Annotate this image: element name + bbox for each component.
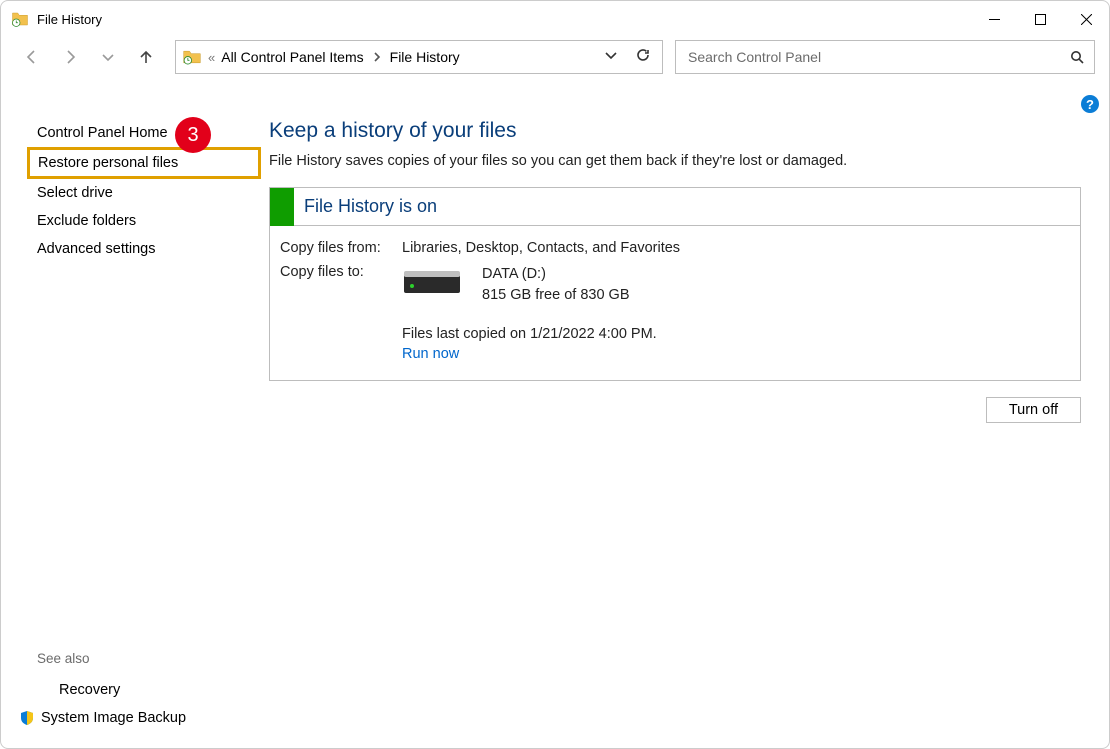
search-box[interactable] [675, 40, 1095, 74]
see-also-header: See also [37, 651, 186, 666]
status-indicator-on [270, 188, 294, 226]
maximize-button[interactable] [1017, 1, 1063, 37]
folder-icon [182, 47, 202, 67]
copy-from-value: Libraries, Desktop, Contacts, and Favori… [402, 240, 1070, 256]
address-dropdown-button[interactable] [604, 48, 618, 67]
help-button[interactable]: ? [1081, 95, 1099, 113]
file-history-app-icon [11, 10, 29, 28]
status-text: File History is on [304, 196, 437, 217]
action-row: Turn off [269, 397, 1081, 423]
drive-block: DATA (D:) 815 GB free of 830 GB [402, 264, 1070, 306]
status-panel-header: File History is on [270, 188, 1080, 226]
page-subtitle: File History saves copies of your files … [269, 153, 1081, 169]
drive-space: 815 GB free of 830 GB [482, 285, 630, 306]
sidebar-link-restore[interactable]: Restore personal files [27, 147, 261, 179]
shield-icon [19, 710, 35, 726]
chevron-right-icon [372, 52, 382, 62]
status-panel-body: Copy files from: Libraries, Desktop, Con… [270, 226, 1080, 380]
turn-off-button[interactable]: Turn off [986, 397, 1081, 423]
sidebar: Control Panel Home 3 Restore personal fi… [1, 91, 261, 748]
window-title: File History [37, 12, 102, 27]
drive-name: DATA (D:) [482, 264, 630, 285]
up-button[interactable] [129, 40, 163, 74]
copy-from-label: Copy files from: [280, 240, 402, 256]
sidebar-link-select-drive[interactable]: Select drive [37, 179, 261, 207]
titlebar: File History [1, 1, 1109, 37]
page-title: Keep a history of your files [269, 119, 1081, 143]
navigation-row: « All Control Panel Items File History [1, 37, 1109, 77]
sidebar-link-home[interactable]: Control Panel Home [37, 119, 261, 147]
address-bar[interactable]: « All Control Panel Items File History [175, 40, 663, 74]
drive-icon [402, 269, 462, 301]
main-content: ? Keep a history of your files File Hist… [261, 91, 1109, 748]
refresh-button[interactable] [636, 48, 650, 67]
copy-to-label: Copy files to: [280, 264, 402, 280]
forward-button[interactable] [53, 40, 87, 74]
close-button[interactable] [1063, 1, 1109, 37]
sidebar-link-exclude[interactable]: Exclude folders [37, 207, 261, 235]
search-icon [1070, 50, 1084, 64]
breadcrumb-parent[interactable]: All Control Panel Items [221, 49, 363, 65]
breadcrumb-current[interactable]: File History [390, 49, 460, 65]
search-input[interactable] [686, 48, 1070, 66]
back-button[interactable] [15, 40, 49, 74]
status-panel: File History is on Copy files from: Libr… [269, 187, 1081, 381]
run-now-link[interactable]: Run now [402, 346, 1070, 362]
sidebar-link-advanced[interactable]: Advanced settings [37, 235, 261, 263]
see-also-recovery[interactable]: Recovery [19, 676, 186, 704]
last-copy-text: Files last copied on 1/21/2022 4:00 PM. [402, 326, 1070, 342]
recent-locations-button[interactable] [91, 40, 125, 74]
minimize-button[interactable] [971, 1, 1017, 37]
see-also-block: See also Recovery System Image Backup [19, 651, 186, 732]
see-also-system-image[interactable]: System Image Backup [19, 704, 186, 732]
body: Control Panel Home 3 Restore personal fi… [1, 91, 1109, 748]
breadcrumb-overflow[interactable]: « [208, 50, 215, 65]
instruction-callout-badge: 3 [175, 117, 211, 153]
